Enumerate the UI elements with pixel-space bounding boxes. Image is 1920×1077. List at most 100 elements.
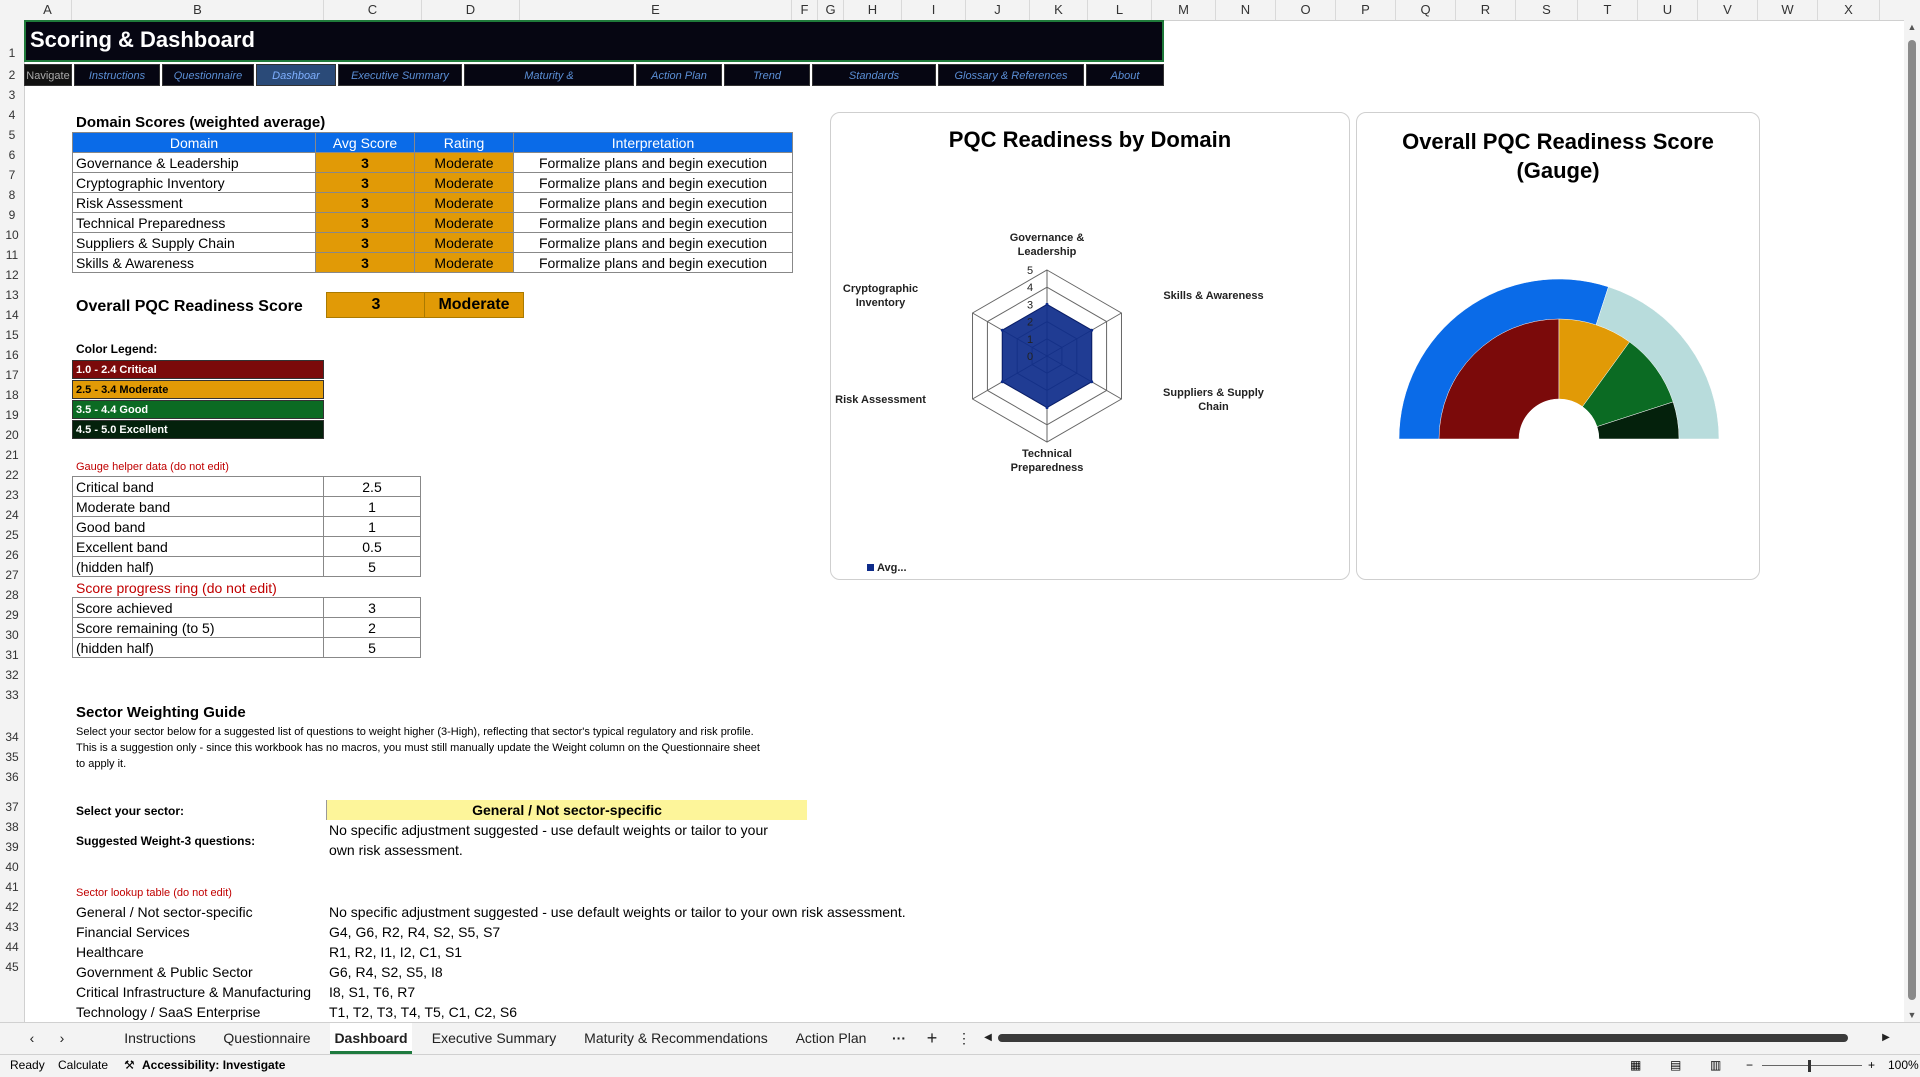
domain-name-cell[interactable]: Technical Preparedness <box>72 212 316 233</box>
row-header[interactable]: 40 <box>0 860 24 874</box>
row-header[interactable]: 33 <box>0 688 24 702</box>
row-header[interactable]: 20 <box>0 428 24 442</box>
avg-score-cell[interactable]: 3 <box>315 252 415 273</box>
gauge-chart-card[interactable]: Overall PQC Readiness Score (Gauge) <box>1356 112 1760 580</box>
domain-name-cell[interactable]: Risk Assessment <box>72 192 316 213</box>
page-layout-icon[interactable]: ▤ <box>1670 1058 1681 1072</box>
status-calculate[interactable]: Calculate <box>58 1058 108 1072</box>
row-header[interactable]: 24 <box>0 508 24 522</box>
row-header[interactable]: 22 <box>0 468 24 482</box>
nav-dashboard[interactable]: Dashboar <box>256 64 336 86</box>
helper-label-cell[interactable]: Score remaining (to 5) <box>72 617 324 638</box>
prev-sheet-icon[interactable]: ‹ <box>22 1023 42 1053</box>
accessibility-icon[interactable]: ⚒ <box>124 1058 135 1072</box>
row-header[interactable]: 8 <box>0 188 24 202</box>
row-header[interactable]: 11 <box>0 248 24 262</box>
column-header[interactable]: J <box>966 0 1030 20</box>
helper-value-cell[interactable]: 1 <box>323 496 421 517</box>
column-header[interactable]: R <box>1456 0 1516 20</box>
row-header[interactable]: 18 <box>0 388 24 402</box>
row-header[interactable]: 41 <box>0 880 24 894</box>
row-header[interactable]: 3 <box>0 88 24 102</box>
column-header[interactable]: V <box>1698 0 1758 20</box>
column-header[interactable]: L <box>1088 0 1152 20</box>
row-header[interactable]: 12 <box>0 268 24 282</box>
row-header[interactable]: 13 <box>0 288 24 302</box>
row-header[interactable]: 37 <box>0 800 24 814</box>
rating-cell[interactable]: Moderate <box>414 212 514 233</box>
interpretation-cell[interactable]: Formalize plans and begin execution <box>513 212 793 233</box>
normal-view-icon[interactable]: ▦ <box>1630 1058 1641 1072</box>
interpretation-cell[interactable]: Formalize plans and begin execution <box>513 172 793 193</box>
add-sheet-icon[interactable]: + <box>918 1023 946 1053</box>
scroll-right-icon[interactable]: ▶ <box>1878 1023 1894 1053</box>
domain-name-cell[interactable]: Governance & Leadership <box>72 152 316 173</box>
row-header[interactable]: 23 <box>0 488 24 502</box>
helper-label-cell[interactable]: Excellent band <box>72 536 324 557</box>
row-header[interactable]: 44 <box>0 940 24 954</box>
page-break-icon[interactable]: ▥ <box>1710 1058 1721 1072</box>
status-accessibility[interactable]: Accessibility: Investigate <box>142 1058 285 1072</box>
column-header[interactable]: O <box>1276 0 1336 20</box>
row-header[interactable]: 28 <box>0 588 24 602</box>
helper-label-cell[interactable]: Moderate band <box>72 496 324 517</box>
sector-select[interactable]: General / Not sector-specific <box>326 800 807 820</box>
row-header[interactable]: 10 <box>0 228 24 242</box>
column-header[interactable]: F <box>792 0 818 20</box>
title-bar[interactable]: Scoring & Dashboard <box>24 20 1164 62</box>
vertical-scroll-thumb[interactable] <box>1908 40 1916 1000</box>
worksheet[interactable]: Scoring & Dashboard Navigate Instruction… <box>24 20 1904 1022</box>
nav-maturity[interactable]: Maturity & <box>464 64 634 86</box>
row-header[interactable]: 9 <box>0 208 24 222</box>
nav-about[interactable]: About <box>1086 64 1164 86</box>
interpretation-cell[interactable]: Formalize plans and begin execution <box>513 252 793 273</box>
avg-score-cell[interactable]: 3 <box>315 232 415 253</box>
row-header[interactable]: 29 <box>0 608 24 622</box>
next-sheet-icon[interactable]: › <box>52 1023 72 1053</box>
row-header[interactable]: 38 <box>0 820 24 834</box>
zoom-in-icon[interactable]: + <box>1868 1058 1875 1072</box>
nav-standards[interactable]: Standards <box>812 64 936 86</box>
column-header[interactable]: D <box>422 0 520 20</box>
row-header[interactable]: 15 <box>0 328 24 342</box>
vertical-scrollbar[interactable]: ▲ ▼ <box>1904 20 1920 1022</box>
zoom-out-icon[interactable]: − <box>1746 1058 1753 1072</box>
overall-score-value[interactable]: 3 <box>326 292 426 318</box>
row-header[interactable]: 16 <box>0 348 24 362</box>
row-header[interactable]: 14 <box>0 308 24 322</box>
helper-value-cell[interactable]: 5 <box>323 637 421 658</box>
zoom-level[interactable]: 100% <box>1888 1058 1919 1072</box>
row-header[interactable]: 31 <box>0 648 24 662</box>
row-header[interactable]: 19 <box>0 408 24 422</box>
row-header[interactable]: 6 <box>0 148 24 162</box>
more-sheets-icon[interactable]: ··· <box>882 1023 916 1053</box>
interpretation-cell[interactable]: Formalize plans and begin execution <box>513 152 793 173</box>
row-header[interactable]: 35 <box>0 750 24 764</box>
nav-executive-summary[interactable]: Executive Summary <box>338 64 462 86</box>
helper-label-cell[interactable]: Critical band <box>72 476 324 497</box>
column-header[interactable]: C <box>324 0 422 20</box>
zoom-slider-thumb[interactable] <box>1808 1060 1811 1072</box>
rating-cell[interactable]: Moderate <box>414 252 514 273</box>
column-header[interactable]: Q <box>1396 0 1456 20</box>
overall-rating-value[interactable]: Moderate <box>424 292 524 318</box>
radar-chart-card[interactable]: PQC Readiness by Domain 0 1 2 3 4 5 Governance… <box>830 112 1350 580</box>
tab-instructions[interactable]: Instructions <box>112 1023 208 1053</box>
column-header[interactable]: U <box>1638 0 1698 20</box>
row-header[interactable]: 7 <box>0 168 24 182</box>
column-header[interactable]: W <box>1758 0 1818 20</box>
helper-label-cell[interactable]: Good band <box>72 516 324 537</box>
row-header[interactable]: 30 <box>0 628 24 642</box>
column-header[interactable]: A <box>24 0 72 20</box>
zoom-slider[interactable] <box>1762 1065 1862 1066</box>
row-header[interactable]: 27 <box>0 568 24 582</box>
row-header[interactable]: 42 <box>0 900 24 914</box>
column-header[interactable]: M <box>1152 0 1216 20</box>
row-header[interactable]: 5 <box>0 128 24 142</box>
row-header[interactable]: 45 <box>0 960 24 974</box>
column-header[interactable]: P <box>1336 0 1396 20</box>
row-header[interactable]: 26 <box>0 548 24 562</box>
helper-value-cell[interactable]: 2 <box>323 617 421 638</box>
nav-action-plan[interactable]: Action Plan <box>636 64 722 86</box>
column-header[interactable]: G <box>818 0 844 20</box>
